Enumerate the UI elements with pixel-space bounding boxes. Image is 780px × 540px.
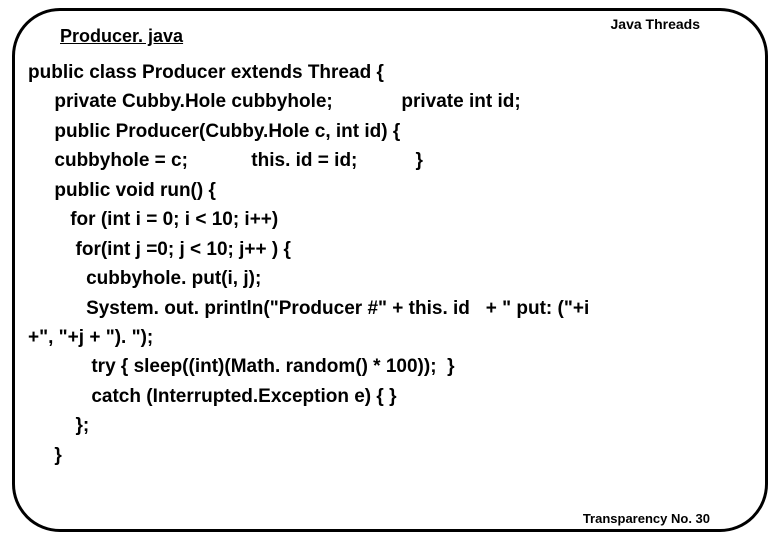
code-line: for (int i = 0; i < 10; i++) <box>28 209 278 230</box>
code-line: cubbyhole = c; this. id = id; } <box>28 150 423 171</box>
code-line: try { sleep((int)(Math. random() * 100))… <box>28 356 455 377</box>
code-line: public class Producer extends Thread { <box>28 62 384 83</box>
code-block: public class Producer extends Thread { p… <box>28 58 760 470</box>
code-line: cubbyhole. put(i, j); <box>28 268 261 289</box>
code-line: catch (Interrupted.Exception e) { } <box>28 386 396 407</box>
header-topic: Java Threads <box>611 16 701 32</box>
code-line: +", "+j + "). "); <box>28 327 153 348</box>
code-line: public void run() { <box>28 180 216 201</box>
filename-label: Producer. java <box>60 26 183 47</box>
code-line: } <box>28 445 62 466</box>
code-line: }; <box>28 415 89 436</box>
code-line: for(int j =0; j < 10; j++ ) { <box>28 239 291 260</box>
transparency-number: Transparency No. 30 <box>583 511 710 526</box>
code-line: private Cubby.Hole cubbyhole; private in… <box>28 91 521 112</box>
code-line: System. out. println("Producer #" + this… <box>28 298 589 319</box>
code-line: public Producer(Cubby.Hole c, int id) { <box>28 121 400 142</box>
